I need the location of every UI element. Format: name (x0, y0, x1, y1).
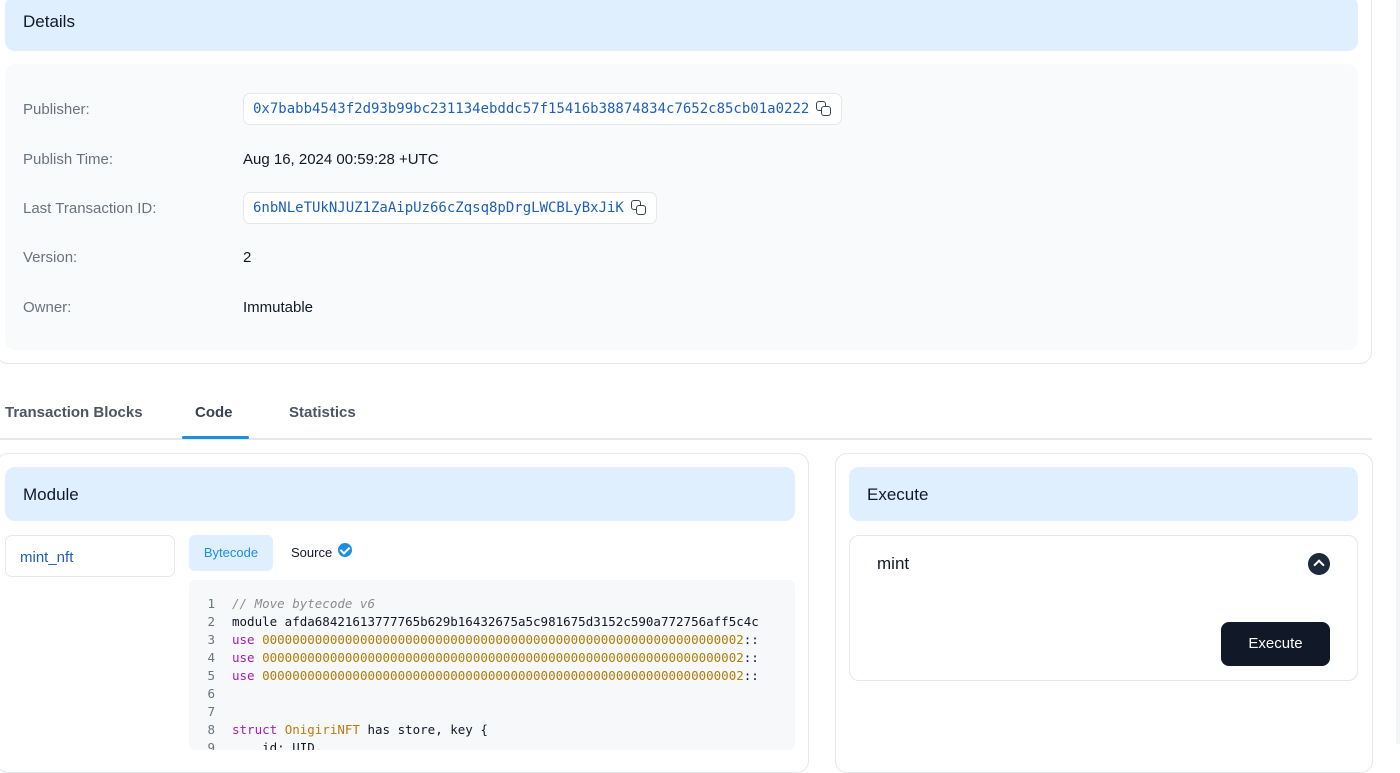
copy-icon[interactable] (815, 100, 833, 118)
line-number: 4 (207, 650, 215, 665)
line-number: 9 (207, 740, 215, 750)
chevron-up-icon[interactable] (1308, 553, 1330, 575)
publish-time-label: Publish Time: (23, 151, 114, 168)
line-number: 7 (207, 704, 215, 719)
version-value: 2 (243, 249, 252, 266)
source-button-label: Source (291, 545, 333, 560)
execute-header: Execute (849, 467, 1358, 521)
module-list-item-mint-nft[interactable]: mint_nft (5, 535, 175, 577)
source-button[interactable]: Source (283, 535, 363, 571)
code-text: struct OnigiriNFT has store, key { (232, 722, 488, 737)
tab-code[interactable]: Code (195, 404, 233, 421)
code-text: id: UID, (232, 740, 323, 750)
code-text: // Move bytecode v6 (232, 596, 375, 611)
line-number: 5 (207, 668, 215, 683)
owner-value: Immutable (243, 299, 314, 316)
module-title: Module (23, 485, 79, 504)
copy-icon[interactable] (630, 199, 648, 217)
module-name-label: mint_nft (20, 549, 74, 566)
bytecode-button-label: Bytecode (203, 545, 259, 560)
code-text: use 000000000000000000000000000000000000… (232, 632, 759, 647)
publisher-label: Publisher: (23, 101, 90, 118)
verified-icon (338, 543, 352, 557)
tab-transaction-blocks[interactable]: Transaction Blocks (5, 404, 143, 421)
last-transaction-pill[interactable]: 6nbNLeTUkNJUZ1ZaAipUz66cZqsq8pDrgLWCBLyB… (243, 192, 657, 224)
scrollbar-track[interactable] (1396, 0, 1400, 744)
line-number: 8 (207, 722, 215, 737)
code-text: use 000000000000000000000000000000000000… (232, 650, 759, 665)
function-name: mint (877, 554, 910, 573)
tab-bar: Transaction Blocks Code Statistics (0, 393, 1372, 440)
line-number: 1 (207, 596, 215, 611)
bytecode-button[interactable]: Bytecode (189, 535, 273, 571)
publisher-address-pill[interactable]: 0x7babb4543f2d93b99bc231134ebddc57f15416… (243, 93, 843, 125)
code-text: use 000000000000000000000000000000000000… (232, 668, 759, 683)
details-header: Details (5, 0, 1358, 51)
tab-statistics[interactable]: Statistics (289, 404, 356, 421)
line-number: 3 (207, 632, 215, 647)
active-tab-indicator (182, 436, 249, 439)
publisher-address[interactable]: 0x7babb4543f2d93b99bc231134ebddc57f15416… (253, 101, 809, 117)
line-number: 2 (207, 614, 215, 629)
line-number: 6 (207, 686, 215, 701)
details-title: Details (23, 12, 75, 31)
code-text: module afda68421613777765b629b16432675a5… (232, 614, 759, 629)
last-transaction-id[interactable]: 6nbNLeTUkNJUZ1ZaAipUz66cZqsq8pDrgLWCBLyB… (253, 200, 624, 216)
last-transaction-label: Last Transaction ID: (23, 200, 157, 217)
module-header: Module (5, 467, 795, 521)
owner-label: Owner: (23, 299, 72, 316)
code-viewer[interactable]: 1 // Move bytecode v6 2 module afda68421613… (189, 580, 795, 750)
version-label: Version: (23, 249, 78, 266)
execute-title: Execute (867, 485, 929, 504)
publish-time-value: Aug 16, 2024 00:59:28 +UTC (243, 151, 439, 168)
execute-button[interactable]: Execute (1221, 622, 1330, 666)
execute-button-label: Execute (1248, 635, 1303, 652)
